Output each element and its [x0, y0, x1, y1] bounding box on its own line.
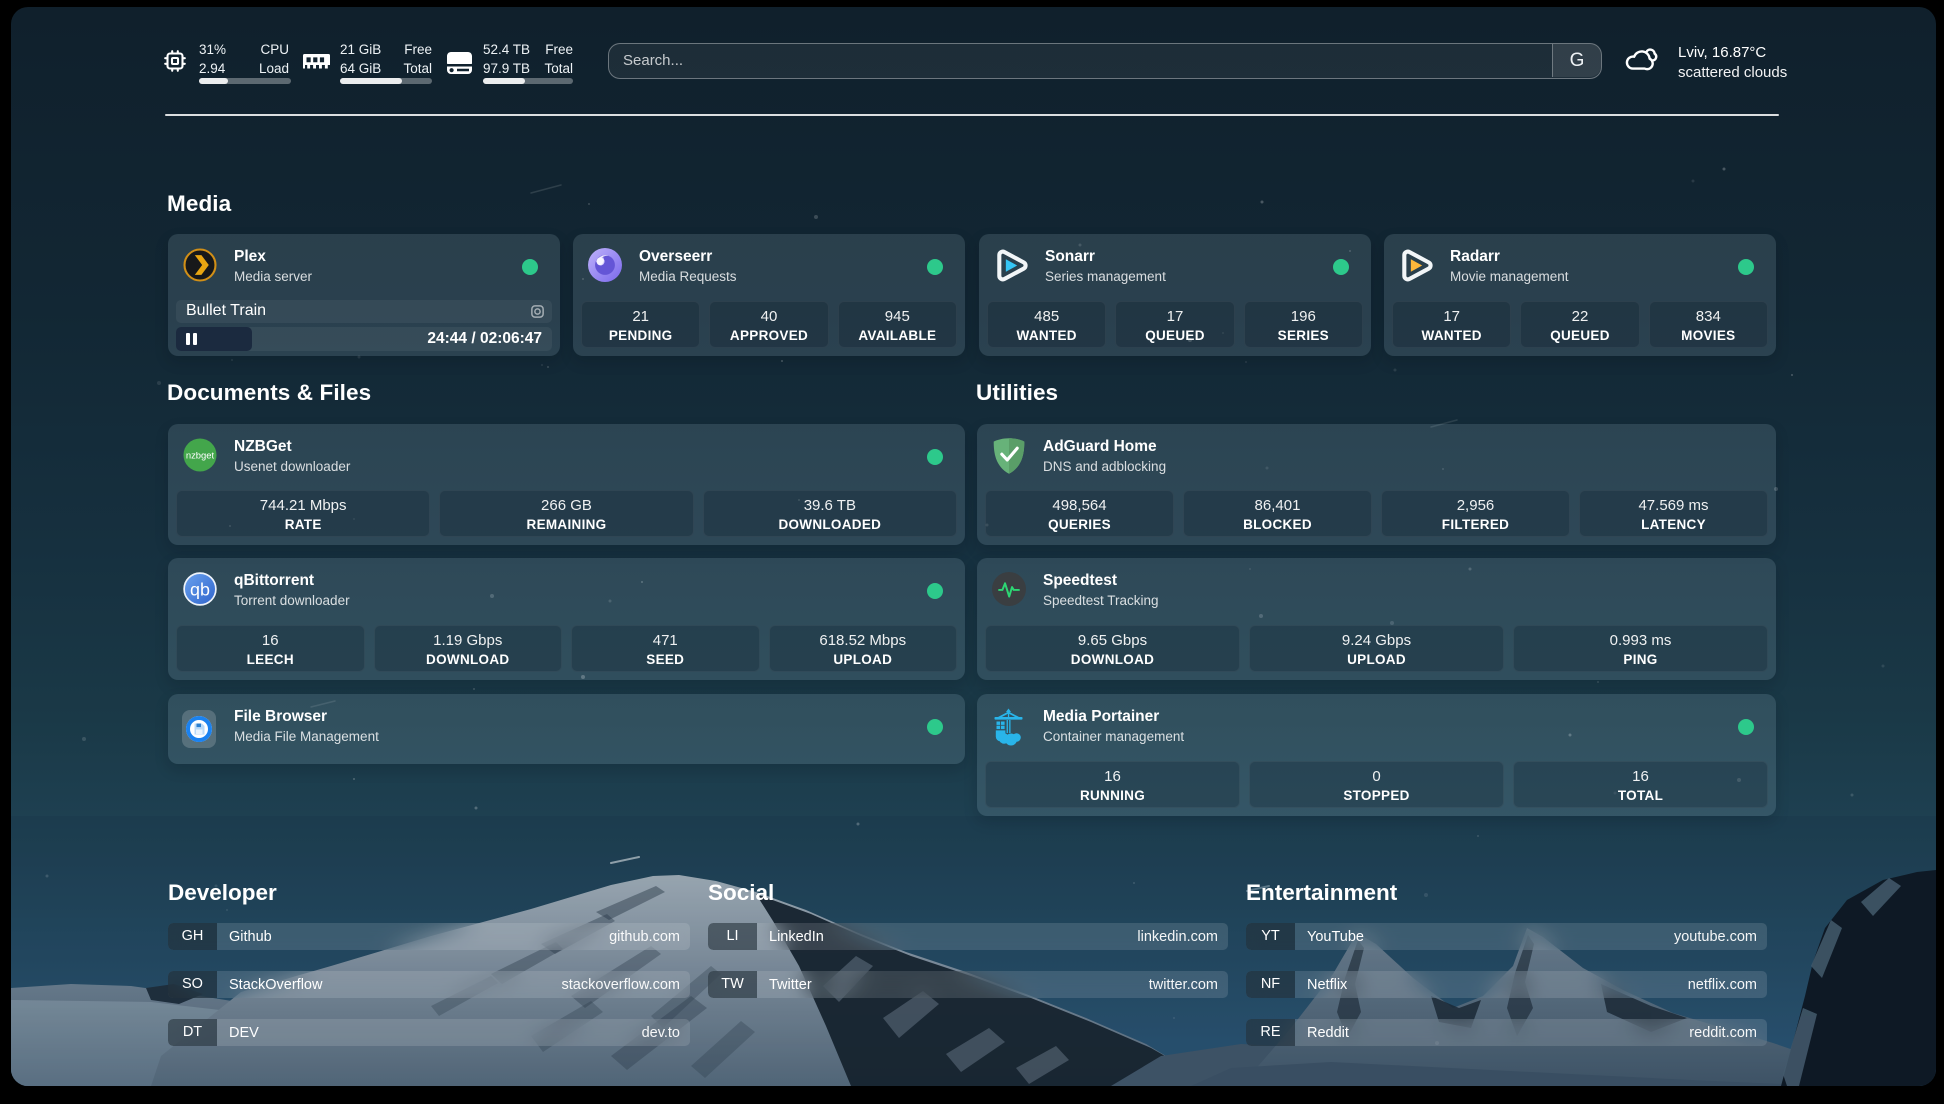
- svg-text:qb: qb: [190, 580, 210, 600]
- svg-text:nzbget: nzbget: [186, 450, 215, 461]
